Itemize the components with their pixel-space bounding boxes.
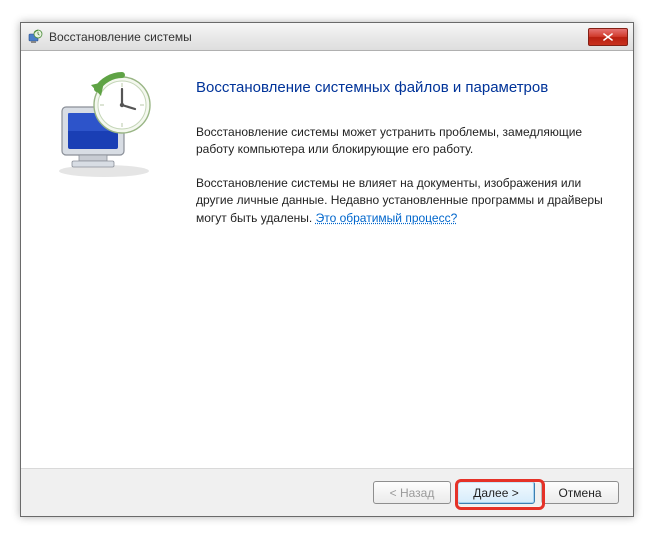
description-1: Восстановление системы может устранить п… [196,124,605,159]
titlebar: Восстановление системы [21,23,633,51]
page-heading: Восстановление системных файлов и параме… [196,79,605,96]
reversible-link[interactable]: Это обратимый процесс? [316,211,458,225]
cancel-button[interactable]: Отмена [541,481,619,504]
sidebar [21,51,186,468]
system-restore-icon [44,69,164,179]
description-2: Восстановление системы не влияет на доку… [196,175,605,227]
system-restore-window: Восстановление системы [20,22,634,517]
app-icon [27,29,43,45]
wizard-footer: < Назад Далее > Отмена [21,468,633,516]
window-title: Восстановление системы [49,30,588,44]
next-button[interactable]: Далее > [457,481,535,504]
close-button[interactable] [588,28,628,46]
main-content: Восстановление системных файлов и параме… [186,51,633,468]
back-button: < Назад [373,481,451,504]
client-area: Восстановление системных файлов и параме… [21,51,633,468]
